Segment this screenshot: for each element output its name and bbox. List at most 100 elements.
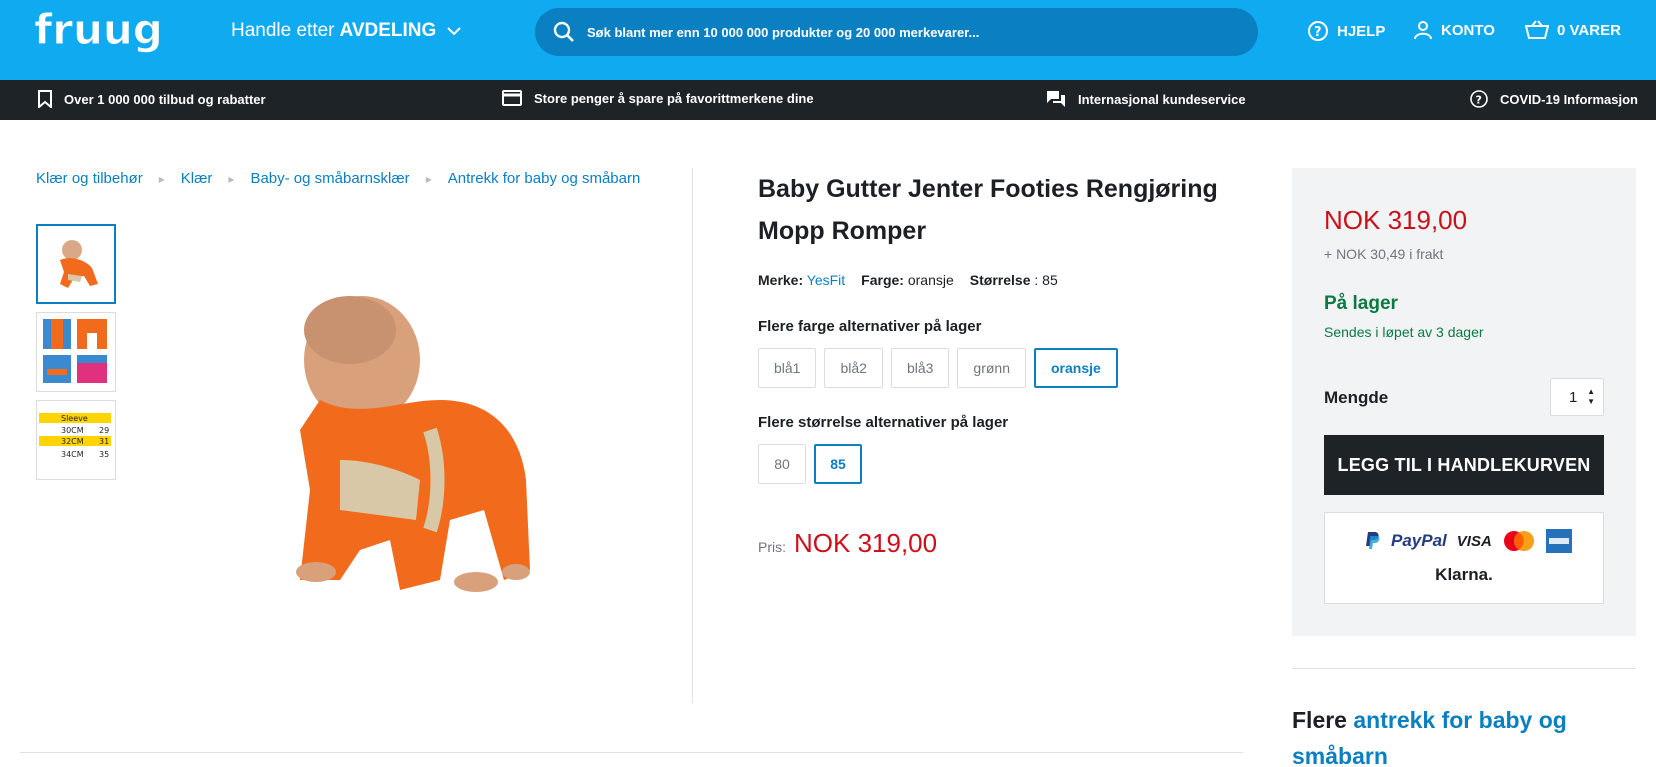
usp-text: COVID-19 Informasjon [1500, 91, 1638, 107]
basket-icon [1525, 20, 1549, 39]
buybox-price: NOK 319,00 [1324, 205, 1468, 235]
paypal-icon [1366, 532, 1380, 549]
help-label: HJELP [1337, 22, 1386, 40]
chat-icon [1047, 91, 1065, 107]
color-options-title: Flere farge alternativer på lager [758, 318, 982, 335]
price-label: Pris: [758, 539, 786, 555]
svg-text:?: ? [1476, 94, 1482, 107]
help-link[interactable]: ? HJELP [1307, 20, 1385, 42]
paypal-logo: PayPal [1391, 531, 1447, 550]
quantity-value: 1 [1569, 388, 1578, 406]
size-chart-image: Sleeve 30CM 29 32CM 31 34CM 35 [39, 413, 111, 459]
more-heading: Flere antrekk for baby og småbarn [1292, 702, 1592, 767]
bookmark-icon [38, 90, 52, 108]
klarna-logo: Klarna. [1435, 565, 1493, 584]
size-options-title: Flere størrelse alternativer på lager [758, 414, 1009, 431]
size-chart-text: Sleeve [61, 414, 88, 423]
top-header: fruugo Handle etter AVDELING ? HJELP KON… [0, 0, 1656, 80]
account-link[interactable]: KONTO [1413, 20, 1495, 40]
color-options: blå1 blå2 blå3 grønn oransje [758, 348, 1118, 388]
size-chart-text: 35 [99, 450, 109, 459]
search-bar [535, 8, 1258, 56]
usp-bar: Over 1 000 000 tilbud og rabatter Store … [0, 80, 1656, 120]
color-option[interactable]: grønn [957, 348, 1026, 388]
svg-text:fruugo: fruugo [34, 5, 164, 54]
size-chart-text: 34CM [61, 450, 84, 459]
help-circle-icon: ? [1470, 90, 1488, 108]
dispatch-info: Sendes i løpet av 3 dager [1324, 324, 1484, 340]
shipping-cost: + NOK 30,49 i frakt [1324, 246, 1444, 262]
quantity-select[interactable]: 1 ▲ ▼ [1550, 378, 1604, 416]
divider [20, 752, 1243, 753]
size-option-selected[interactable]: 85 [814, 444, 862, 484]
cart-label: 0 VARER [1557, 21, 1621, 39]
size-label: Størrelse [969, 272, 1031, 288]
payment-methods: PayPal VISA Klarna. [1324, 512, 1604, 604]
search-input[interactable] [587, 24, 1207, 40]
divider [692, 168, 693, 703]
visa-logo: VISA [1456, 532, 1492, 550]
chevron-right-icon: ▸ [425, 171, 432, 186]
color-attr: Farge: oransje [861, 272, 954, 288]
color-option[interactable]: blå3 [890, 348, 950, 388]
quantity-label: Mengde [1324, 388, 1389, 407]
color-value: oransje [907, 272, 954, 288]
dept-prefix: Handle etter [231, 20, 335, 41]
buy-box: NOK 319,00 + NOK 30,49 i frakt På lager … [1292, 168, 1636, 636]
brand-link[interactable]: YesFit [807, 272, 845, 288]
user-icon [1414, 21, 1432, 40]
account-label: KONTO [1441, 21, 1495, 39]
chevron-right-icon: ▸ [158, 171, 165, 186]
thumbnail-2[interactable] [36, 312, 116, 392]
product-variants-image [43, 319, 107, 383]
usp-item-covid[interactable]: ? COVID-19 Informasjon [1470, 90, 1638, 108]
price-value: NOK 319,00 [794, 528, 938, 558]
payment-logos: PayPal VISA [1365, 529, 1572, 553]
color-option[interactable]: blå2 [824, 348, 883, 388]
brand-label: Merke: [758, 272, 804, 288]
usp-item-service[interactable]: Internasjonal kundeservice [1046, 90, 1246, 108]
mastercard-icon [1503, 531, 1534, 551]
size-chart-text: 29 [99, 426, 109, 435]
chevron-right-icon: ▸ [228, 171, 235, 186]
more-prefix: Flere [1292, 707, 1347, 733]
credit-card-icon [502, 90, 522, 106]
updown-arrow-icon: ▲ ▼ [1587, 387, 1595, 406]
product-attributes: Merke: YesFit Farge: oransje Størrelse :… [758, 272, 1058, 288]
divider [1292, 668, 1636, 669]
size-option[interactable]: 80 [758, 444, 806, 484]
usp-text: Internasjonal kundeservice [1078, 91, 1246, 107]
brand-attr: Merke: YesFit [758, 272, 845, 288]
thumbnail-3[interactable]: Sleeve 30CM 29 32CM 31 34CM 35 [36, 400, 116, 480]
usp-item-savings[interactable]: Store penger å spare på favorittmerkene … [502, 90, 814, 106]
color-option[interactable]: blå1 [758, 348, 817, 388]
size-chart-text: 31 [99, 437, 109, 446]
size-chart-text: 32CM [61, 437, 84, 446]
usp-item-deals[interactable]: Over 1 000 000 tilbud og rabatter [38, 90, 266, 108]
dept-bold: AVDELING [339, 20, 437, 41]
breadcrumb-link[interactable]: Baby- og småbarnsklær [250, 170, 409, 187]
breadcrumb: Klær og tilbehør ▸ Klær ▸ Baby- og småba… [36, 170, 640, 187]
color-label: Farge: [861, 272, 904, 288]
baby-thumb-image [60, 240, 98, 288]
department-menu[interactable]: Handle etter AVDELING [231, 20, 462, 42]
usp-text: Store penger å spare på favorittmerkene … [534, 90, 814, 106]
cart-link[interactable]: 0 VARER [1525, 20, 1621, 40]
breadcrumb-link[interactable]: Klær og tilbehør [36, 170, 143, 187]
size-chart-text: 30CM [61, 426, 84, 435]
thumbnail-1[interactable] [36, 224, 116, 304]
search-icon[interactable] [553, 21, 575, 43]
size-attr: Størrelse : 85 [970, 272, 1058, 288]
color-option-selected[interactable]: oransje [1033, 348, 1118, 388]
product-main-image[interactable] [280, 290, 570, 620]
breadcrumb-link[interactable]: Klær [181, 170, 213, 187]
amex-icon [1545, 529, 1572, 553]
stock-status: På lager [1324, 293, 1398, 314]
size-options: 80 85 [758, 444, 862, 484]
fruugo-logo[interactable]: fruugo [34, 0, 164, 68]
breadcrumb-link[interactable]: Antrekk for baby og småbarn [448, 170, 641, 187]
product-title: Baby Gutter Jenter Footies Rengjøring Mo… [758, 175, 1218, 245]
price-row: Pris: NOK 319,00 [758, 528, 937, 559]
add-to-cart-button[interactable]: LEGG TIL I HANDLEKURVEN [1324, 435, 1604, 495]
svg-text:?: ? [1314, 25, 1322, 40]
